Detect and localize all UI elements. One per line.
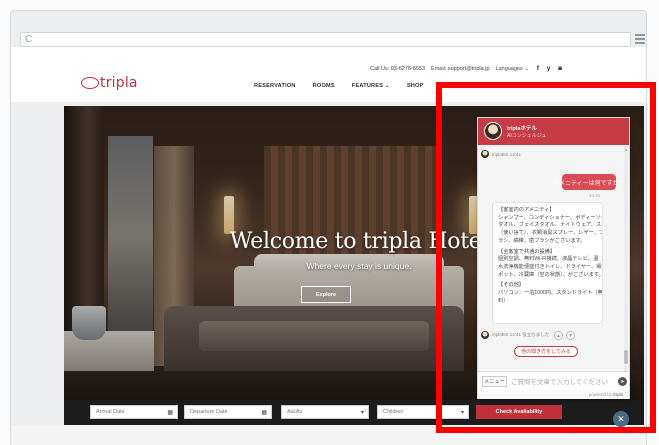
facebook-icon[interactable]: f (537, 66, 539, 72)
twitter-icon[interactable]: y (547, 66, 550, 72)
nav-shop[interactable]: SHOP (407, 83, 424, 89)
logo-text: tripla (100, 75, 138, 91)
nav-features[interactable]: FEATURES ⌄ (352, 83, 390, 89)
adults-select[interactable]: Adults ▾ (281, 405, 369, 419)
reload-icon[interactable]: C (25, 34, 32, 46)
departure-date-field[interactable]: Departure Date ▦ (184, 405, 272, 419)
adults-label: Adults (287, 409, 303, 415)
email-link[interactable]: Email: support@tripla.jp (431, 66, 489, 72)
browser-menu-icon[interactable] (635, 34, 645, 44)
screenshot-root: C tripla Call Us: 03-6276-6553 Email: su… (0, 0, 659, 445)
dropdown-arrow-icon: ▾ (360, 410, 364, 416)
calendar-icon: ▦ (167, 410, 173, 416)
address-bar[interactable]: C (20, 32, 631, 47)
logo-mark-icon (81, 77, 99, 89)
instagram-icon[interactable]: ◙ (558, 66, 562, 72)
nav-rooms[interactable]: ROOMS (313, 83, 335, 89)
explore-button[interactable]: Explore (301, 286, 351, 303)
red-highlight-box (436, 82, 656, 433)
calendar-icon: ▦ (261, 410, 267, 416)
nav-reservation[interactable]: RESERVATION (254, 83, 296, 89)
languages-dropdown[interactable]: Languages ⌄ (496, 66, 529, 72)
arrival-date-field[interactable]: Arrival Date ▦ (90, 405, 178, 419)
phone-link[interactable]: Call Us: 03-6276-6553 (370, 66, 425, 72)
children-label: Children (383, 409, 404, 415)
departure-date-placeholder: Departure Date (190, 409, 228, 415)
utility-bar: Call Us: 03-6276-6553 Email: support@tri… (370, 66, 562, 72)
arrival-date-placeholder: Arrival Date (96, 409, 125, 415)
